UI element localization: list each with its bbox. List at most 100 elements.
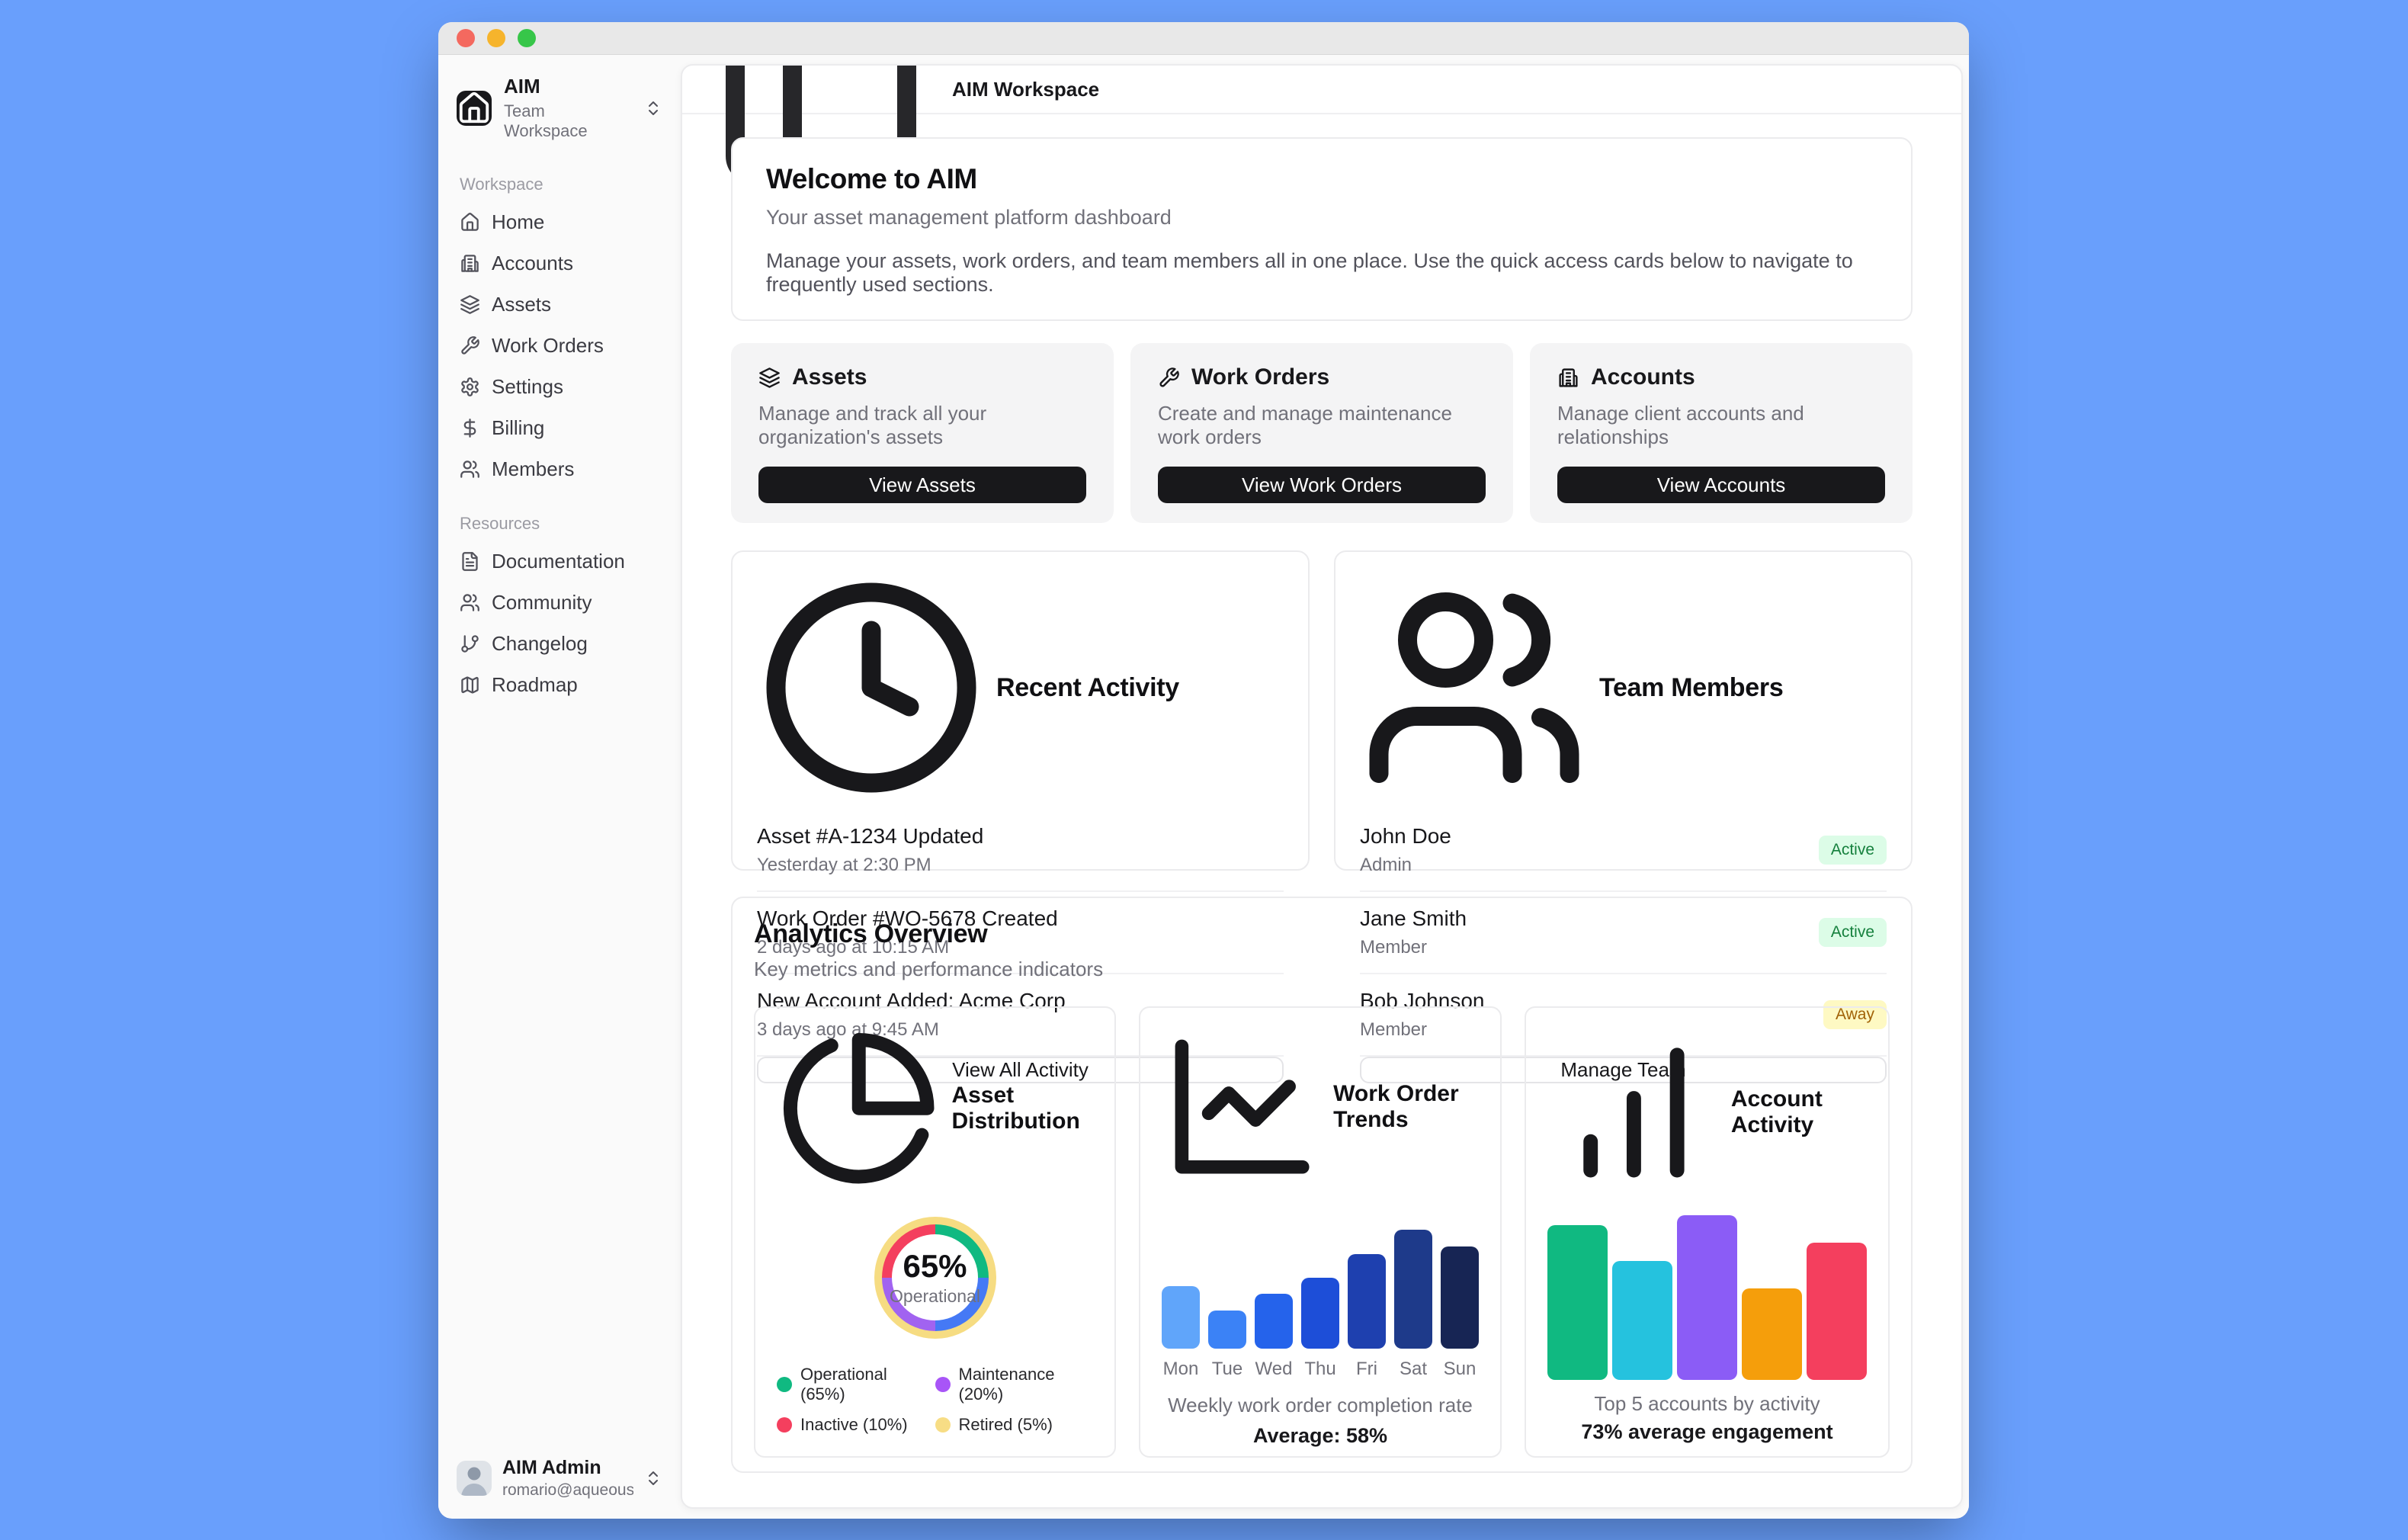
quick-card-header: Accounts: [1557, 364, 1885, 390]
users-icon: [460, 592, 480, 613]
topbar: AIM Workspace: [682, 66, 1961, 114]
bar-column: [1208, 1230, 1246, 1349]
user-meta: AIM Admin romario@aqueousco.com: [502, 1457, 633, 1500]
activity-item-title: Asset #A-1234 Updated: [757, 824, 1284, 849]
recent-activity-card: Recent Activity Asset #A-1234 UpdatedYes…: [731, 550, 1310, 871]
minimize-button[interactable]: [487, 29, 505, 47]
activity-item-time: Yesterday at 2:30 PM: [757, 855, 1284, 876]
quick-card-title: Work Orders: [1191, 364, 1329, 390]
app-window: AIM Team Workspace WorkspaceHomeAccounts…: [438, 22, 1969, 1519]
sidebar-item-label: Roadmap: [492, 673, 578, 697]
work-order-trends-card: Work Order Trends MonTueWedThuFriSatSun …: [1139, 1006, 1502, 1458]
bar-column: [1394, 1230, 1432, 1349]
workspace-logo: [457, 91, 492, 126]
file-text-icon: [460, 551, 480, 572]
account-activity-bar: [1807, 1243, 1867, 1380]
account-activity-bars: [1547, 1215, 1867, 1380]
legend-label: Retired (5%): [959, 1415, 1053, 1435]
close-button[interactable]: [457, 29, 475, 47]
member-row: Jane SmithMemberActive: [1360, 892, 1887, 974]
welcome-card: Welcome to AIM Your asset management pla…: [731, 137, 1913, 321]
work-order-trends-header: Work Order Trends: [1162, 1026, 1479, 1187]
app-body: AIM Team Workspace WorkspaceHomeAccounts…: [438, 55, 1969, 1518]
page-content: Welcome to AIM Your asset management pla…: [682, 114, 1961, 1507]
donut-center-label: Operational: [890, 1286, 980, 1307]
zoom-button[interactable]: [518, 29, 536, 47]
member-main: John DoeAdmin: [1360, 824, 1819, 876]
topbar-title: AIM Workspace: [952, 78, 1099, 101]
legend-dot: [935, 1377, 951, 1392]
account-activity-summary: 73% average engagement: [1547, 1420, 1867, 1444]
sidebar-item-changelog[interactable]: Changelog: [450, 625, 669, 663]
account-activity-title: Account Activity: [1731, 1086, 1867, 1138]
asset-distribution-title: Asset Distribution: [951, 1083, 1093, 1134]
bar-label-column: Sun: [1441, 1349, 1479, 1380]
quick-card-description: Create and manage maintenance work order…: [1158, 402, 1486, 449]
bar-label: Thu: [1304, 1359, 1335, 1380]
bar-label-column: Wed: [1255, 1349, 1293, 1380]
bar-label: Wed: [1255, 1359, 1293, 1380]
sidebar-item-assets[interactable]: Assets: [450, 286, 669, 323]
wrench-icon: [460, 335, 480, 356]
dollar-icon: [460, 418, 480, 438]
bar-label-column: Fri: [1348, 1349, 1386, 1380]
sidebar-item-billing[interactable]: Billing: [450, 409, 669, 447]
asset-distribution-card: Asset Distribution 65% Operational: [754, 1006, 1116, 1458]
legend-dot: [777, 1377, 792, 1392]
activity-item-main: Asset #A-1234 Updated Yesterday at 2:30 P…: [757, 824, 1284, 876]
view-work-orders-button[interactable]: View Work Orders: [1158, 467, 1486, 503]
view-accounts-button[interactable]: View Accounts: [1557, 467, 1885, 503]
member-main: Jane SmithMember: [1360, 906, 1819, 958]
status-badge: Active: [1819, 918, 1887, 947]
legend-dot: [935, 1417, 951, 1433]
quick-card-header: Assets: [758, 364, 1086, 390]
workspace-name: AIM: [504, 75, 632, 98]
chevrons-up-down-icon: [644, 99, 662, 117]
quick-card-assets: AssetsManage and track all your organiza…: [731, 343, 1114, 523]
bar-column: [1301, 1230, 1339, 1349]
quick-card-work-orders: Work Orders Create and manage maintenance…: [1130, 343, 1513, 523]
account-activity-bar: [1612, 1261, 1672, 1380]
users-icon: [1360, 573, 1589, 802]
legend-item: Retired (5%): [935, 1415, 1094, 1435]
sidebar-footer: AIM Admin romario@aqueousco.com: [450, 1451, 669, 1506]
team-members-title: Team Members: [1599, 673, 1783, 703]
view-assets-button[interactable]: View Assets: [758, 467, 1086, 503]
work-order-summary: Average: 58%: [1162, 1424, 1479, 1448]
sidebar-item-label: Assets: [492, 293, 551, 316]
legend-item: Inactive (10%): [777, 1415, 935, 1435]
bar-label-column: Sat: [1394, 1349, 1432, 1380]
sidebar-item-work-orders[interactable]: Work Orders: [450, 327, 669, 364]
quick-card-header: Work Orders: [1158, 364, 1486, 390]
bar-chart-icon: [1547, 1026, 1720, 1199]
work-order-bar: [1301, 1278, 1339, 1349]
building-icon: [1557, 367, 1579, 389]
quick-card-description: Manage client accounts and relationships: [1557, 402, 1885, 449]
user-avatar: [457, 1461, 492, 1496]
donut-legend: Operational (65%)Maintenance (20%)Inacti…: [777, 1365, 1093, 1435]
user-name: AIM Admin: [502, 1457, 633, 1479]
sidebar-section-label: Resources: [450, 514, 669, 534]
member-name: Jane Smith: [1360, 906, 1819, 931]
quick-card-title: Assets: [792, 364, 867, 390]
sidebar-item-members[interactable]: Members: [450, 451, 669, 488]
sidebar-item-documentation[interactable]: Documentation: [450, 543, 669, 580]
status-badge: Active: [1819, 836, 1887, 865]
user-email: romario@aqueousco.com: [502, 1481, 633, 1500]
sidebar-item-accounts[interactable]: Accounts: [450, 245, 669, 282]
sidebar-item-roadmap[interactable]: Roadmap: [450, 666, 669, 704]
pie-chart-icon: [777, 1026, 941, 1190]
sidebar-item-label: Accounts: [492, 252, 573, 275]
account-activity-card: Account Activity Top 5 accounts by activ…: [1525, 1006, 1890, 1458]
sidebar-item-community[interactable]: Community: [450, 584, 669, 621]
sidebar-item-home[interactable]: Home: [450, 204, 669, 241]
work-order-bar: [1208, 1311, 1246, 1349]
user-menu[interactable]: AIM Admin romario@aqueousco.com: [450, 1451, 669, 1506]
work-order-bars: [1162, 1230, 1479, 1349]
workspace-switcher[interactable]: AIM Team Workspace: [450, 67, 669, 149]
bar-label: Sun: [1444, 1359, 1477, 1380]
sidebar-item-settings[interactable]: Settings: [450, 368, 669, 406]
account-activity-bar: [1547, 1225, 1608, 1380]
bar-label-column: Tue: [1208, 1349, 1246, 1380]
workspace-type: Team Workspace: [504, 101, 632, 141]
